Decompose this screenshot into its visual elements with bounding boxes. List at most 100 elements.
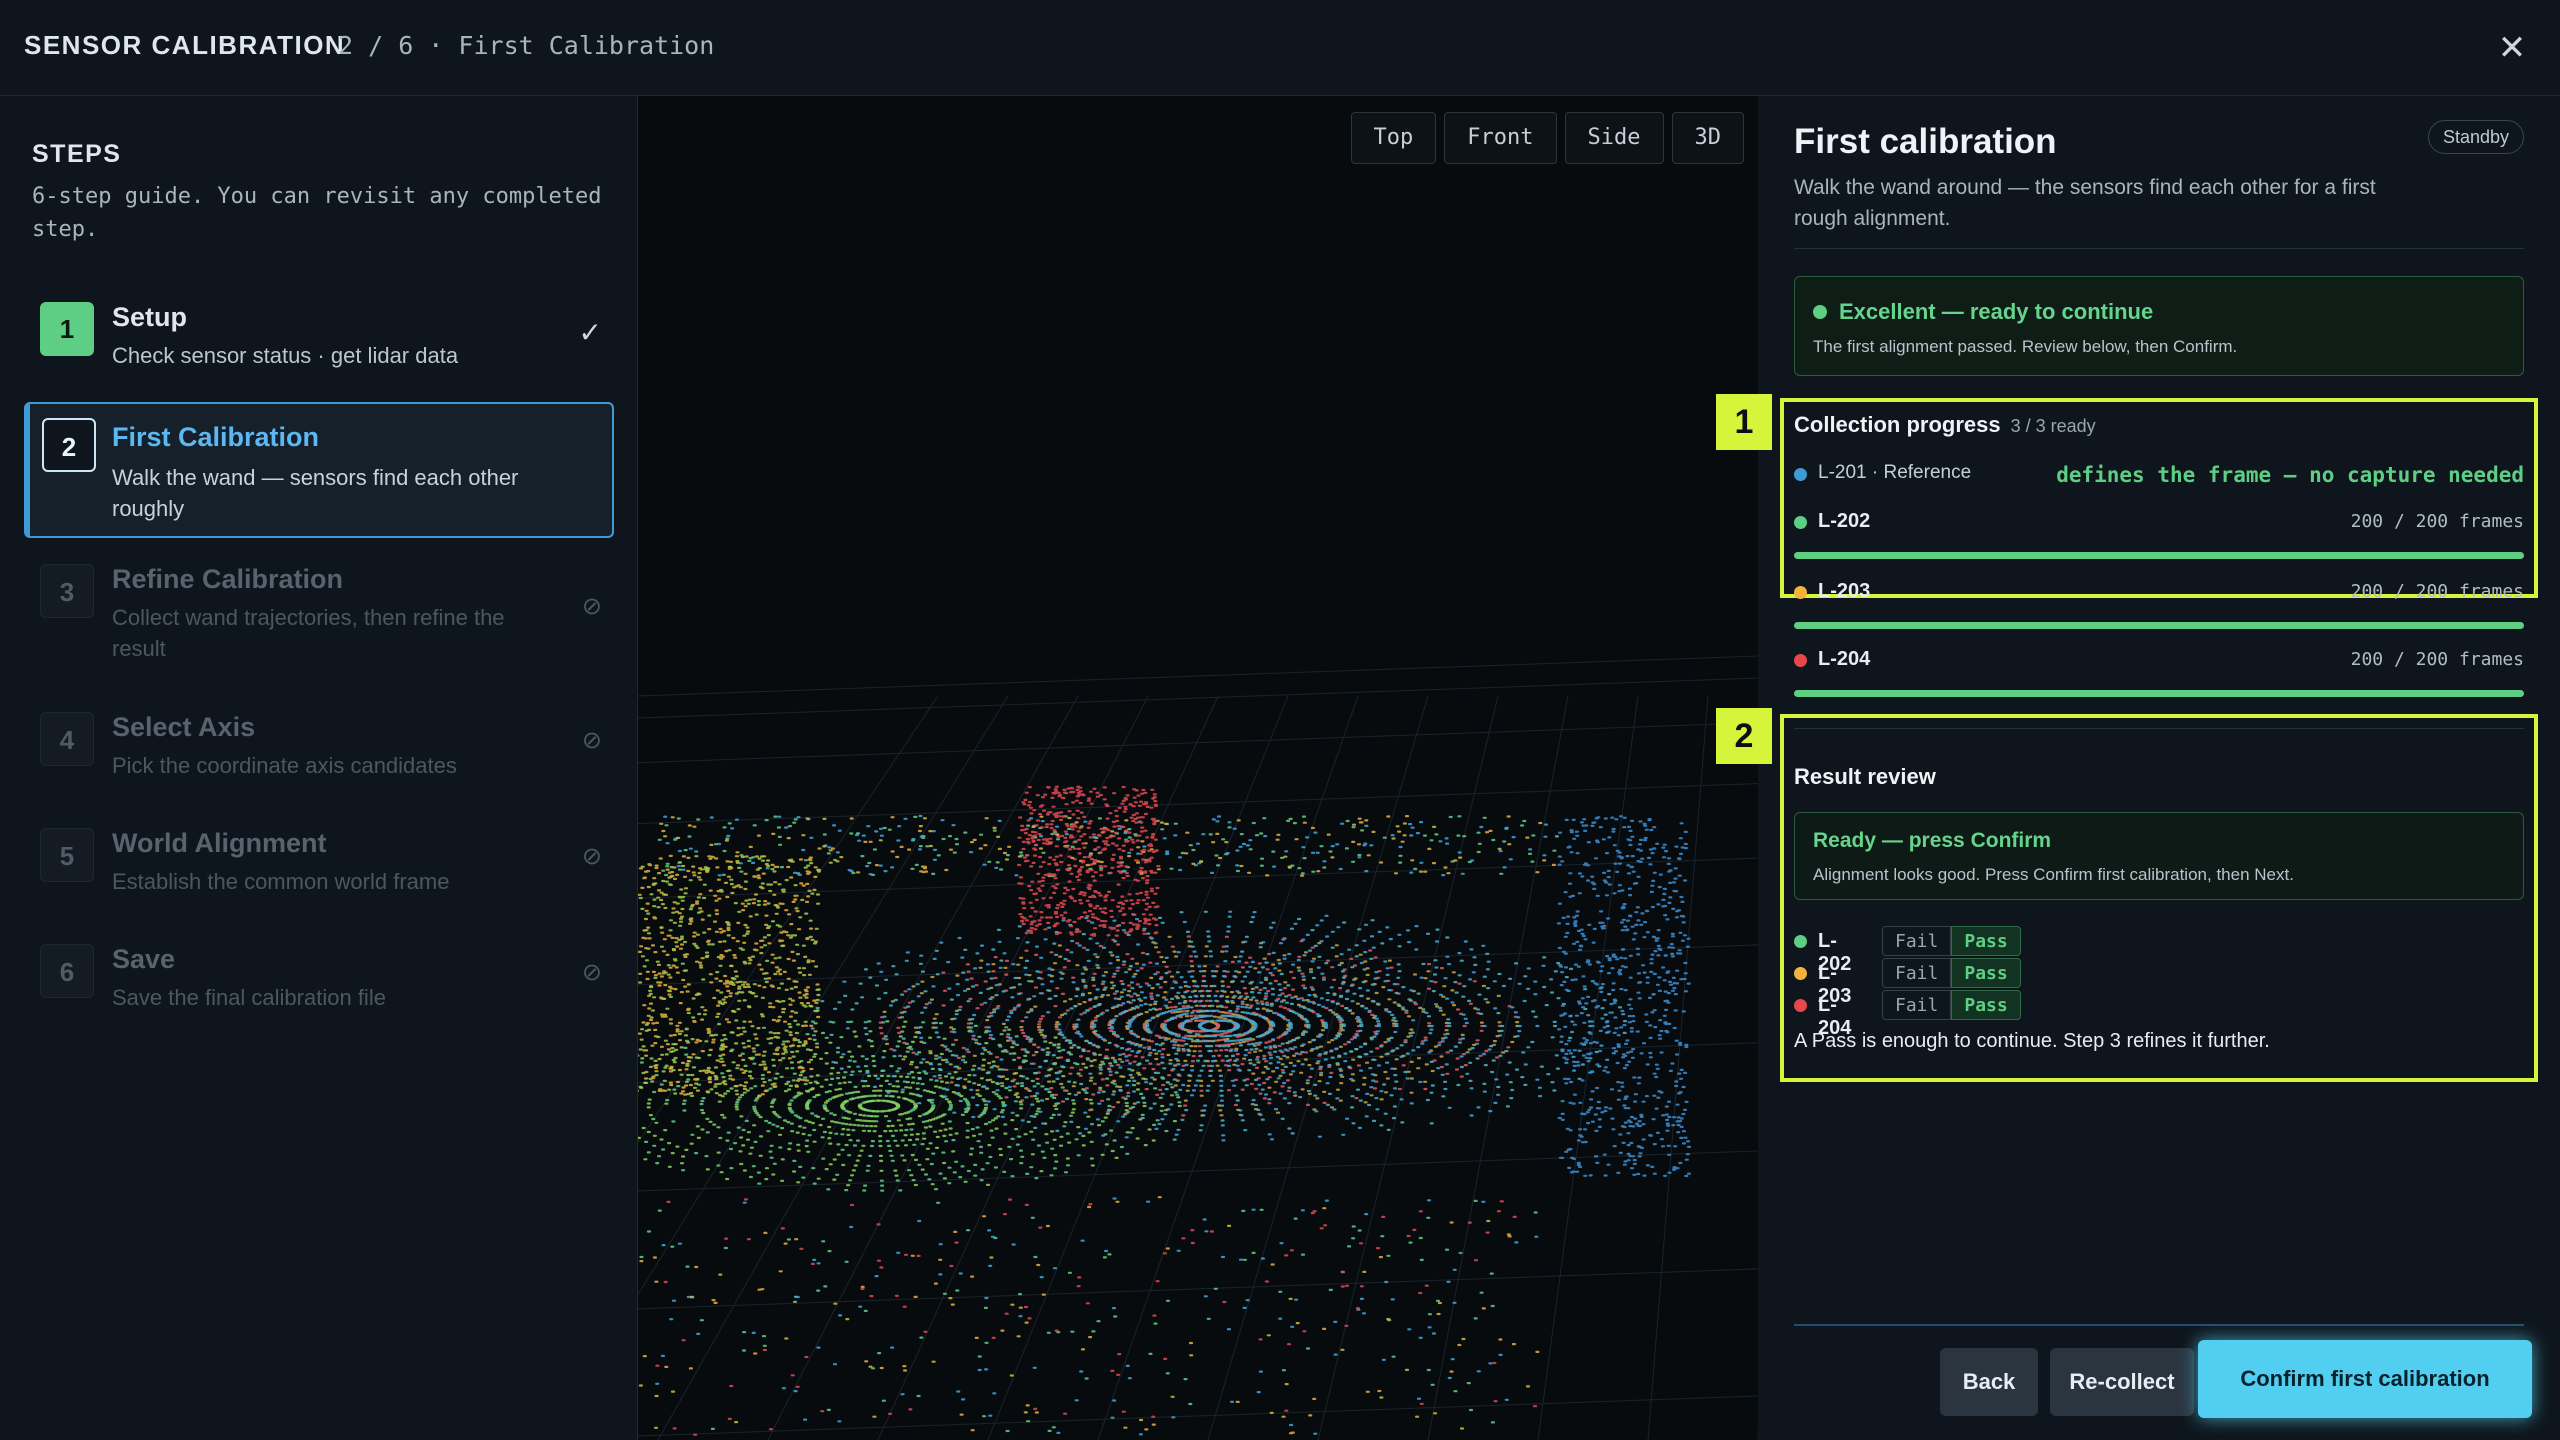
back-button[interactable]: Back <box>1940 1348 2038 1416</box>
step-number: 1 <box>40 302 94 356</box>
point-cloud-viewport[interactable]: Top Front Side 3D <box>638 96 1758 1440</box>
point-cloud-canvas[interactable] <box>638 96 1758 1440</box>
result-toggle[interactable]: Fail Pass <box>1882 958 2021 988</box>
panel-description: Walk the wand around — the sensors find … <box>1794 176 2376 230</box>
step-title: Refine Calibration <box>112 564 344 594</box>
breadcrumb: 2 / 6 · First Calibration <box>338 31 715 60</box>
step-title: First Calibration <box>112 422 320 452</box>
ready-heading: Ready — press Confirm <box>1813 829 2052 852</box>
view-front-button[interactable]: Front <box>1444 112 1557 164</box>
callout-number: 1 <box>1716 394 1772 450</box>
ready-banner: Ready — press Confirm Alignment looks go… <box>1794 812 2524 900</box>
locked-icon: ⊘ <box>581 727 602 754</box>
result-toggle[interactable]: Fail Pass <box>1882 926 2021 956</box>
top-bar: SENSOR CALIBRATION 2 / 6 · First Calibra… <box>0 0 2560 96</box>
point-cluster <box>1556 815 1692 1178</box>
sensor-dot-icon <box>1794 935 1807 948</box>
success-dot-icon <box>1813 305 1827 319</box>
result-toggle[interactable]: Fail Pass <box>1882 990 2021 1020</box>
step-subtitle: Walk the wand — sensors find each other … <box>112 465 519 521</box>
sensor-name: L-202 <box>1818 510 1871 532</box>
step-number: 4 <box>40 712 94 766</box>
result-review-heading: Result review <box>1794 764 1936 789</box>
step-world-alignment: 5 World Alignment Establish the common w… <box>24 820 614 900</box>
step-number: 5 <box>40 828 94 882</box>
sensor-dot-icon <box>1794 654 1807 667</box>
divider <box>1794 1324 2524 1326</box>
sensor-name: L-203 <box>1818 580 1871 602</box>
confirm-first-calibration-button[interactable]: Confirm first calibration <box>2198 1340 2532 1418</box>
step-first-calibration[interactable]: 2 First Calibration Walk the wand — sens… <box>24 402 614 538</box>
progress-bar <box>1794 552 2524 559</box>
steps-heading: STEPS <box>32 140 122 168</box>
view-toggle: Top Front Side 3D <box>1350 112 1744 164</box>
locked-icon: ⊘ <box>581 959 602 986</box>
step-subtitle: Collect wand trajectories, then refine t… <box>112 605 505 661</box>
checkmark-icon: ✓ <box>578 317 602 348</box>
floor-grid <box>638 655 1758 1440</box>
step-select-axis: 4 Select Axis Pick the coordinate axis c… <box>24 704 614 784</box>
locked-icon: ⊘ <box>581 593 602 620</box>
step-subtitle: Establish the common world frame <box>112 869 450 894</box>
app-title: SENSOR CALIBRATION <box>24 30 346 60</box>
progress-bar <box>1794 622 2524 629</box>
step-setup[interactable]: 1 Setup Check sensor status · get lidar … <box>24 294 614 368</box>
sensor-dot-icon <box>1794 967 1807 980</box>
sensor-progress-row: L-202 200 / 200 frames <box>1794 510 2524 562</box>
pass-option[interactable]: Pass <box>1951 926 2021 956</box>
frame-count: 200 / 200 frames <box>2350 581 2524 602</box>
panel-title: First calibration <box>1794 122 2057 161</box>
callout-number: 2 <box>1716 708 1772 764</box>
sensor-progress-row: L-204 200 / 200 frames <box>1794 648 2524 700</box>
steps-description: 6-step guide. You can revisit any comple… <box>32 184 602 242</box>
point-cluster <box>655 814 1626 1436</box>
frame-count: 200 / 200 frames <box>2350 511 2524 532</box>
frame-count: 200 / 200 frames <box>2350 649 2524 670</box>
success-heading: Excellent — ready to continue <box>1839 299 2154 324</box>
step-title: World Alignment <box>112 828 327 858</box>
steps-sidebar: STEPS 6-step guide. You can revisit any … <box>0 96 638 1440</box>
step-subtitle: Check sensor status · get lidar data <box>112 343 459 368</box>
step-save: 6 Save Save the final calibration file ⊘ <box>24 936 614 1016</box>
step-number: 6 <box>40 944 94 998</box>
ready-detail: Alignment looks good. Press Confirm firs… <box>1813 865 2294 884</box>
sensor-dot-icon <box>1794 468 1807 481</box>
status-badge: Standby <box>2427 120 2524 154</box>
progress-fill <box>1794 552 2524 559</box>
fail-option[interactable]: Fail <box>1882 958 1952 988</box>
divider <box>1794 248 2524 249</box>
close-icon[interactable]: ✕ <box>2492 28 2532 68</box>
reference-note: defines the frame — no capture needed <box>2056 463 2524 487</box>
pass-option[interactable]: Pass <box>1951 990 2021 1020</box>
sensor-progress-row: L-203 200 / 200 frames <box>1794 580 2524 632</box>
view-side-button[interactable]: Side <box>1564 112 1664 164</box>
sensor-name: L-204 <box>1818 648 1871 670</box>
step-title: Setup <box>112 302 188 332</box>
progress-bar <box>1794 690 2524 697</box>
locked-icon: ⊘ <box>581 843 602 870</box>
success-detail: The first alignment passed. Review below… <box>1813 337 2238 356</box>
reference-sensor-row: L-201 · Reference defines the frame — no… <box>1794 462 2524 492</box>
step-title: Save <box>112 944 176 974</box>
sensor-dot-icon <box>1794 586 1807 599</box>
view-top-button[interactable]: Top <box>1350 112 1437 164</box>
sensor-dot-icon <box>1794 999 1807 1012</box>
review-note: A Pass is enough to continue. Step 3 ref… <box>1794 1030 2270 1052</box>
point-cluster <box>655 785 1538 1436</box>
calibration-panel: First calibration Standby Walk the wand … <box>1716 96 2560 1440</box>
fail-option[interactable]: Fail <box>1882 926 1952 956</box>
step-refine-calibration: 3 Refine Calibration Collect wand trajec… <box>24 556 614 666</box>
collection-progress-heading: Collection progress 3 / 3 ready <box>1794 412 2096 437</box>
step-title: Select Axis <box>112 712 256 742</box>
sensor-dot-icon <box>1794 516 1807 529</box>
step-number: 2 <box>42 418 96 472</box>
view-3d-button[interactable]: 3D <box>1671 112 1744 164</box>
recollect-button[interactable]: Re-collect <box>2050 1348 2194 1416</box>
collection-summary: 3 / 3 ready <box>2010 416 2096 436</box>
progress-fill <box>1794 690 2524 697</box>
success-banner: Excellent — ready to continue The first … <box>1794 276 2524 376</box>
divider <box>1794 728 2524 729</box>
pass-option[interactable]: Pass <box>1951 958 2021 988</box>
step-subtitle: Save the final calibration file <box>112 985 386 1010</box>
fail-option[interactable]: Fail <box>1882 990 1952 1020</box>
